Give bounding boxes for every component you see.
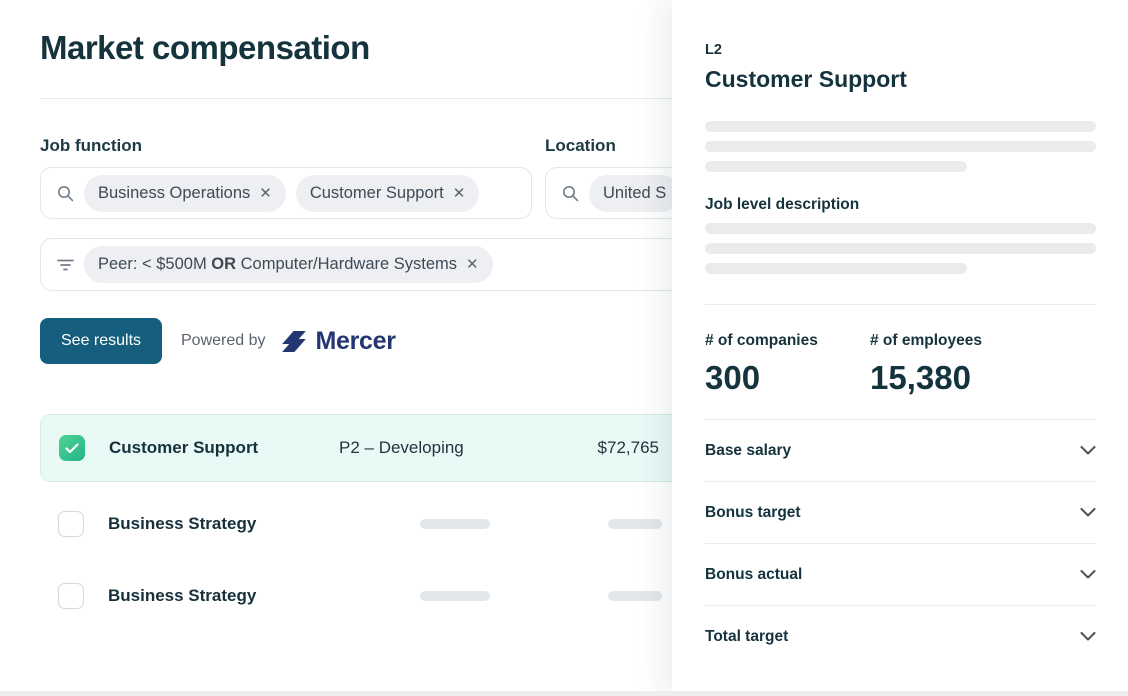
panel-divider [705,304,1096,305]
chip-label: Peer: < $500M OR Computer/Hardware Syste… [98,255,457,274]
skeleton-bar [608,519,662,529]
checkbox-unchecked[interactable] [58,583,84,609]
skeleton-bar [420,591,490,601]
stat-value: 300 [705,359,870,397]
job-level-code: L2 [705,42,1096,58]
accordion-label: Total target [705,628,788,646]
skeleton-bar [705,121,1096,132]
remove-chip-icon[interactable]: ✕ [453,186,466,201]
stat-employees: # of employees 15,380 [870,331,982,397]
result-row-business-strategy[interactable]: Business Strategy [40,568,740,624]
chevron-down-icon[interactable] [1080,508,1096,517]
row-job-name: Customer Support [109,438,258,458]
remove-chip-icon[interactable]: ✕ [466,257,479,272]
checkbox-checked[interactable] [59,435,85,461]
skeleton-bar [705,243,1096,254]
job-function-label: Job function [40,136,142,156]
filter-lines-icon [57,258,74,272]
powered-by-label: Powered by [181,332,266,350]
search-icon [57,185,74,202]
result-row-business-strategy[interactable]: Business Strategy [40,496,740,552]
accordion-base-salary[interactable]: Base salary [705,419,1096,481]
row-salary: $72,765 [521,438,659,458]
skeleton-bar [420,519,490,529]
skeleton-text-block [705,121,1096,172]
accordion-label: Base salary [705,442,791,460]
chevron-down-icon[interactable] [1080,632,1096,641]
row-job-level: P2 – Developing [339,438,464,458]
peer-operator: OR [211,255,236,273]
job-detail-panel: L2 Customer Support Job level descriptio… [672,0,1128,696]
filter-chip-customer-support[interactable]: Customer Support ✕ [296,175,479,212]
row-job-name: Business Strategy [108,514,256,534]
chevron-down-icon[interactable] [1080,446,1096,455]
panel-title: Customer Support [705,66,1096,93]
skeleton-text-block [705,223,1096,274]
powered-by-row: Powered by Mercer [181,318,396,364]
accordion-label: Bonus target [705,504,801,522]
checkbox-unchecked[interactable] [58,511,84,537]
accordion-list: Base salary Bonus target Bonus actual To… [705,419,1096,667]
row-job-name: Business Strategy [108,586,256,606]
skeleton-bar [705,141,1096,152]
peer-suffix: Computer/Hardware Systems [236,255,457,273]
job-function-input[interactable]: Business Operations ✕ Customer Support ✕ [40,167,532,219]
search-icon [562,185,579,202]
accordion-total-target[interactable]: Total target [705,605,1096,667]
see-results-button[interactable]: See results [40,318,162,364]
filter-chip-united-states[interactable]: United S [589,175,680,212]
bottom-page-edge [0,691,1128,696]
chevron-down-icon[interactable] [1080,570,1096,579]
result-row-customer-support[interactable]: Customer Support P2 – Developing $72,765 [40,414,740,482]
skeleton-bar [705,161,967,172]
stat-label: # of companies [705,331,870,351]
mercer-logo: Mercer [279,327,396,356]
mercer-logo-icon [279,328,309,355]
skeleton-bar [705,263,967,274]
filter-chip-business-operations[interactable]: Business Operations ✕ [84,175,286,212]
filter-chip-peer[interactable]: Peer: < $500M OR Computer/Hardware Syste… [84,246,493,283]
job-level-description-label: Job level description [705,196,1096,214]
skeleton-bar [608,591,662,601]
chip-label: United S [603,184,666,203]
mercer-logo-text: Mercer [316,327,396,356]
remove-chip-icon[interactable]: ✕ [259,186,272,201]
peer-prefix: Peer: < $500M [98,255,211,273]
stat-companies: # of companies 300 [705,331,870,397]
chip-label: Business Operations [98,184,250,203]
location-label: Location [545,136,616,156]
stats-row: # of companies 300 # of employees 15,380 [705,331,1096,397]
accordion-bonus-target[interactable]: Bonus target [705,481,1096,543]
chip-label: Customer Support [310,184,444,203]
accordion-bonus-actual[interactable]: Bonus actual [705,543,1096,605]
stat-label: # of employees [870,331,982,351]
page-title: Market compensation [40,29,370,67]
skeleton-bar [705,223,1096,234]
stat-value: 15,380 [870,359,982,397]
accordion-label: Bonus actual [705,566,802,584]
